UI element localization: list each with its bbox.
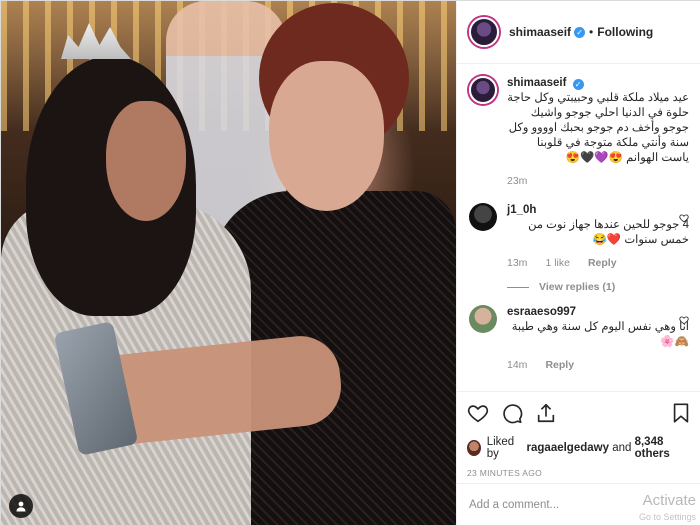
comment-username[interactable]: esraaeso997 bbox=[507, 306, 576, 318]
liker-username[interactable]: ragaaelgedawy bbox=[527, 442, 609, 454]
likes-prefix: Liked by bbox=[486, 436, 515, 460]
caption-meta: 23m bbox=[507, 174, 689, 189]
comment-meta: 13m 1 like Reply bbox=[507, 256, 689, 271]
reply-button[interactable]: Reply bbox=[588, 256, 617, 271]
view-replies-label: View replies (1) bbox=[539, 281, 616, 293]
post-photo[interactable] bbox=[1, 1, 456, 525]
following-button[interactable]: Following bbox=[597, 25, 653, 39]
verified-badge-icon: ✓ bbox=[574, 26, 586, 38]
caption: shimaaseif ✓ عيد ميلاد ملكة قلبي وحبيبتي… bbox=[469, 76, 689, 189]
post-side-panel: shimaaseif ✓ • Following shimaaseif ✓ عي… bbox=[456, 1, 700, 525]
comment-body: j1_0h 4 جوجو للحين عندها جهاز نوت من خمس… bbox=[507, 203, 689, 271]
separator-dot: • bbox=[589, 25, 594, 39]
comment-time[interactable]: 13m bbox=[507, 256, 527, 271]
post-timestamp[interactable]: 23 MINUTES AGO bbox=[467, 468, 692, 478]
comment-like-heart-icon[interactable] bbox=[679, 315, 689, 325]
person-icon bbox=[16, 501, 26, 512]
liker-avatar[interactable] bbox=[467, 440, 481, 456]
comment-likes[interactable]: 1 like bbox=[545, 256, 570, 271]
likes-conj: and bbox=[612, 442, 632, 454]
comment-like-heart-icon[interactable] bbox=[679, 213, 689, 223]
caption-text: عيد ميلاد ملكة قلبي وحبيبتي وكل حاجة حلو… bbox=[507, 92, 689, 164]
action-icons bbox=[467, 398, 692, 428]
comments-list: shimaaseif ✓ عيد ميلاد ملكة قلبي وحبيبتي… bbox=[457, 64, 700, 391]
comment-text: 4 جوجو للحين عندها جهاز نوت من خمس سنوات… bbox=[528, 219, 689, 246]
activate-watermark-sub: Go to Settings bbox=[638, 512, 696, 522]
woman-face bbox=[269, 61, 384, 211]
comment-avatar[interactable] bbox=[469, 203, 497, 231]
likes-summary: Liked by ragaaelgedawy and 8,348 others bbox=[467, 436, 692, 460]
comment-avatar[interactable] bbox=[469, 305, 497, 333]
caption-time[interactable]: 23m bbox=[507, 174, 527, 189]
comment-time[interactable]: 14m bbox=[507, 358, 527, 373]
comment-body: esraaeso997 انا وهي نفس اليوم كل سنة وهي… bbox=[507, 305, 689, 373]
view-replies-link[interactable]: View replies (1) bbox=[507, 281, 689, 293]
share-icon[interactable] bbox=[535, 402, 557, 424]
reply-button[interactable]: Reply bbox=[545, 358, 574, 373]
comment-item: esraaeso997 انا وهي نفس اليوم كل سنة وهي… bbox=[469, 305, 689, 373]
likes-others[interactable]: 8,348 others bbox=[635, 436, 692, 460]
bookmark-icon[interactable] bbox=[670, 402, 692, 424]
verified-badge-icon: ✓ bbox=[572, 79, 584, 90]
caption-username[interactable]: shimaaseif bbox=[507, 77, 566, 89]
author-username[interactable]: shimaaseif bbox=[509, 25, 571, 39]
caption-body: shimaaseif ✓ عيد ميلاد ملكة قلبي وحبيبتي… bbox=[507, 76, 689, 189]
comment-meta: 14m Reply bbox=[507, 358, 689, 373]
heart-icon[interactable] bbox=[467, 402, 489, 424]
post-actions: Liked by ragaaelgedawy and 8,348 others … bbox=[457, 391, 700, 478]
add-comment-bar: Activate Go to Settings bbox=[457, 483, 700, 525]
instagram-post: shimaaseif ✓ • Following shimaaseif ✓ عي… bbox=[0, 0, 700, 525]
view-replies-line bbox=[507, 286, 529, 288]
caption-avatar[interactable] bbox=[469, 76, 497, 104]
comment-username[interactable]: j1_0h bbox=[507, 204, 536, 216]
bride-face bbox=[106, 101, 186, 221]
comment-item: j1_0h 4 جوجو للحين عندها جهاز نوت من خمس… bbox=[469, 203, 689, 271]
add-comment-input[interactable] bbox=[469, 499, 609, 511]
tagged-user-button[interactable] bbox=[9, 494, 33, 518]
comment-icon[interactable] bbox=[501, 402, 523, 424]
post-header: shimaaseif ✓ • Following bbox=[457, 1, 700, 64]
avatar[interactable] bbox=[469, 17, 499, 47]
activate-watermark: Activate bbox=[642, 492, 696, 509]
comment-text: انا وهي نفس اليوم كل سنة وهي طيبة 🙈🌸 bbox=[511, 321, 689, 348]
